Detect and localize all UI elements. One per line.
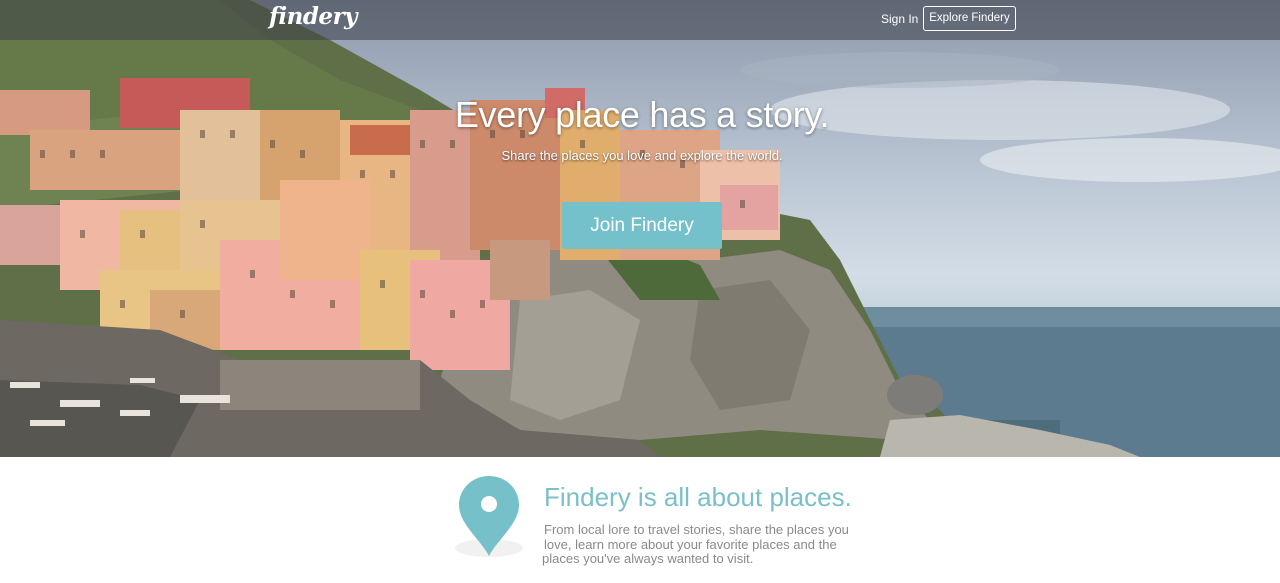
map-pin-icon [455, 476, 523, 557]
about-text-line: places you've always wanted to visit. [542, 551, 754, 566]
about-title: Findery is all about places. [544, 482, 852, 512]
findery-logo[interactable]: findery [269, 3, 358, 30]
join-findery-button[interactable]: Join Findery [562, 202, 722, 249]
top-navigation-bar: findery Sign In Explore Findery [0, 0, 1280, 40]
about-text-line: love, learn more about your favorite pla… [544, 536, 837, 552]
hero-section: findery Sign In Explore Findery Every pl… [0, 0, 1280, 457]
hero-subline: Share the places you love and explore th… [501, 148, 783, 163]
hero-headline: Every place has a story. [454, 94, 830, 135]
sign-in-link[interactable]: Sign In [881, 12, 918, 26]
about-description: From local lore to travel stories, share… [542, 522, 849, 567]
explore-findery-button[interactable]: Explore Findery [923, 6, 1016, 31]
about-text-line: From local lore to travel stories, share… [544, 522, 849, 537]
